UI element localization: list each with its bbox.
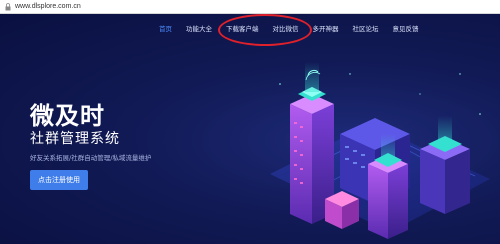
lock-icon	[4, 2, 11, 11]
browser-address-bar[interactable]: www.dlsplore.com.cn	[0, 0, 500, 14]
landing-page: 首页 功能大全 下载客户端 对比微信 多开神器 社区论坛 意见反馈 微及时 社群…	[0, 14, 500, 244]
nav-item-forum[interactable]: 社区论坛	[346, 22, 386, 36]
annotation-circle	[218, 14, 312, 46]
isometric-city-illustration	[270, 62, 490, 239]
url-text[interactable]: www.dlsplore.com.cn	[15, 3, 81, 10]
hero-subtitle: 社群管理系统	[30, 131, 120, 147]
nav-item-home[interactable]: 首页	[152, 22, 179, 36]
hero-title: 微及时	[30, 102, 105, 130]
register-button[interactable]: 点击注册使用	[30, 170, 88, 190]
nav-item-features[interactable]: 功能大全	[179, 22, 219, 36]
hero-description: 好友关系拓展/社群自动管理/私域流量维护	[30, 154, 152, 162]
nav-item-feedback[interactable]: 意见反馈	[386, 22, 426, 36]
